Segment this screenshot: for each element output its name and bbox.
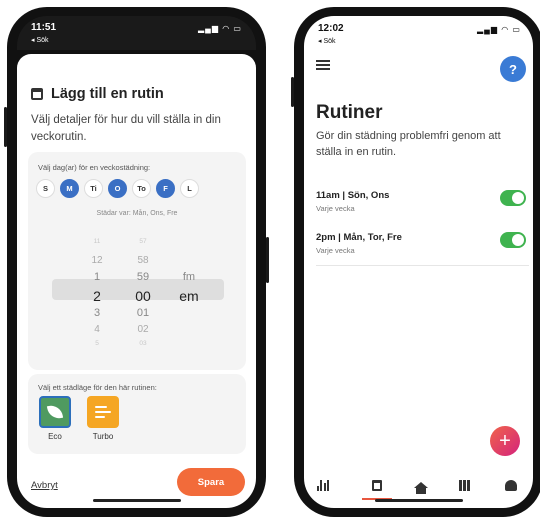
page-subtitle: Gör din städning problemfri genom att st… [316,130,501,158]
cleans-summary: Städar var: Mån, Ons, Fre [96,210,178,217]
day-chip[interactable]: L [180,179,199,198]
power-button [266,237,269,283]
routine-frequency: Varje vecka [316,246,355,255]
mode-turbo[interactable]: Turbo [86,396,120,441]
back-link[interactable]: ◂ Sök [31,36,49,44]
minute-value: 00 [135,288,151,304]
calendar-icon [31,88,43,100]
minute-value: 03 [139,340,147,347]
tab-stats[interactable] [312,475,334,495]
minute-value: 59 [136,271,150,283]
hour-value: 12 [91,255,103,266]
tab-bar [304,471,533,501]
routine-title: 11am | Sön, Ons [316,190,390,201]
mode-label: Välj ett städläge för den här rutinen: [38,383,157,392]
minute-value: 01 [136,307,150,319]
mode-turbo-label: Turbo [92,432,114,441]
cancel-button[interactable]: Avbryt [31,480,58,491]
mode-eco[interactable]: Eco [38,396,72,441]
divider [316,265,529,266]
hour-value: 11 [93,238,101,245]
time-picker[interactable]: 11 57 12 58 1 59 fm 2 00 em 3 01 4 02 5 03 [28,236,246,356]
minute-value: 02 [137,324,149,335]
time-picker-row[interactable]: 11 57 [28,238,246,256]
time-picker-row[interactable]: 3 01 [28,307,246,325]
home-indicator [92,499,181,502]
status-bar: 11:51 ◂ Sök ▂▄▆ ◠ ▭ [17,16,256,50]
volume-button [4,107,7,147]
day-chip[interactable]: S [36,179,55,198]
hamburger-menu-icon[interactable] [316,60,330,70]
tab-map[interactable] [454,475,476,495]
hour-value: 2 [93,288,101,304]
ampm-value: em [179,288,199,304]
sheet-title: Lägg till en rutin [31,86,164,102]
stats-icon [316,479,330,491]
day-chip[interactable]: To [132,179,151,198]
add-routine-button[interactable]: + [490,426,520,456]
back-link[interactable]: ◂ Sök [318,37,336,45]
screen-routines: 12:02 ◂ Sök ▂▄▆ ◠ ▭ ? Rutiner Gör din st… [304,16,533,508]
day-chip[interactable]: M [60,179,79,198]
time-picker-selected-row[interactable]: 2 00 em [28,288,246,306]
mode-selector: Eco Turbo [38,396,120,441]
time-picker-row[interactable]: 1 59 fm [28,271,246,289]
signal-wifi-battery-icon: ▂▄▆ ◠ ▭ [477,25,521,34]
days-label: Välj dag(ar) för en veckostädning: [38,163,151,172]
phone-right: 12:02 ◂ Sök ▂▄▆ ◠ ▭ ? Rutiner Gör din st… [291,7,540,517]
routine-toggle[interactable] [500,190,526,206]
tab-calendar[interactable] [366,475,388,495]
help-button[interactable]: ? [500,56,526,82]
screen-add-routine: 11:51 ◂ Sök ▂▄▆ ◠ ▭ Lägg till en rutin V… [17,16,256,508]
mode-card: Välj ett städläge för den här rutinen: E… [28,374,246,454]
hour-value: 5 [95,340,99,347]
add-routine-sheet: Lägg till en rutin Välj detaljer för hur… [17,54,256,508]
tab-home[interactable] [410,475,432,495]
routine-item[interactable]: 2pm | Mån, Tor, Fre Varje vecka [316,226,526,270]
day-selector: S M Ti O To F L [36,179,199,198]
sheet-description: Välj detaljer för hur du vill ställa in … [31,114,221,143]
wind-icon [87,396,119,428]
home-icon [414,482,428,494]
routine-toggle[interactable] [500,232,526,248]
home-indicator [374,499,463,502]
status-time: 11:51 [31,22,57,33]
status-time: 12:02 [318,23,344,34]
tab-robot[interactable] [500,475,522,495]
day-chip[interactable]: F [156,179,175,198]
routine-title: 2pm | Mån, Tor, Fre [316,232,402,243]
hour-value: 1 [93,271,101,283]
volume-button [291,77,294,107]
hour-value: 3 [93,307,101,319]
save-button[interactable]: Spara [177,468,245,496]
leaf-icon [39,396,71,428]
calendar-icon [372,479,382,491]
schedule-card: Välj dag(ar) för en veckostädning: S M Ti O… [28,152,246,370]
signal-wifi-battery-icon: ▂▄▆ ◠ ▭ [198,24,242,33]
time-picker-row[interactable]: 5 03 [28,340,246,358]
day-chip[interactable]: Ti [84,179,103,198]
mode-eco-label: Eco [48,432,62,441]
routine-frequency: Varje vecka [316,204,355,213]
sheet-title-text: Lägg till en rutin [51,86,164,102]
status-bar: 12:02 ◂ Sök ▂▄▆ ◠ ▭ [304,16,533,50]
map-icon [459,479,471,491]
page-title: Rutiner [316,102,383,123]
phone-left: 11:51 ◂ Sök ▂▄▆ ◠ ▭ Lägg till en rutin V… [4,7,269,517]
ampm-value: fm [182,271,196,283]
minute-value: 58 [137,255,149,266]
hour-value: 4 [94,324,100,335]
day-chip[interactable]: O [108,179,127,198]
routine-item[interactable]: 11am | Sön, Ons Varje vecka [316,184,526,228]
minute-value: 57 [139,238,147,245]
robot-icon [505,479,517,491]
